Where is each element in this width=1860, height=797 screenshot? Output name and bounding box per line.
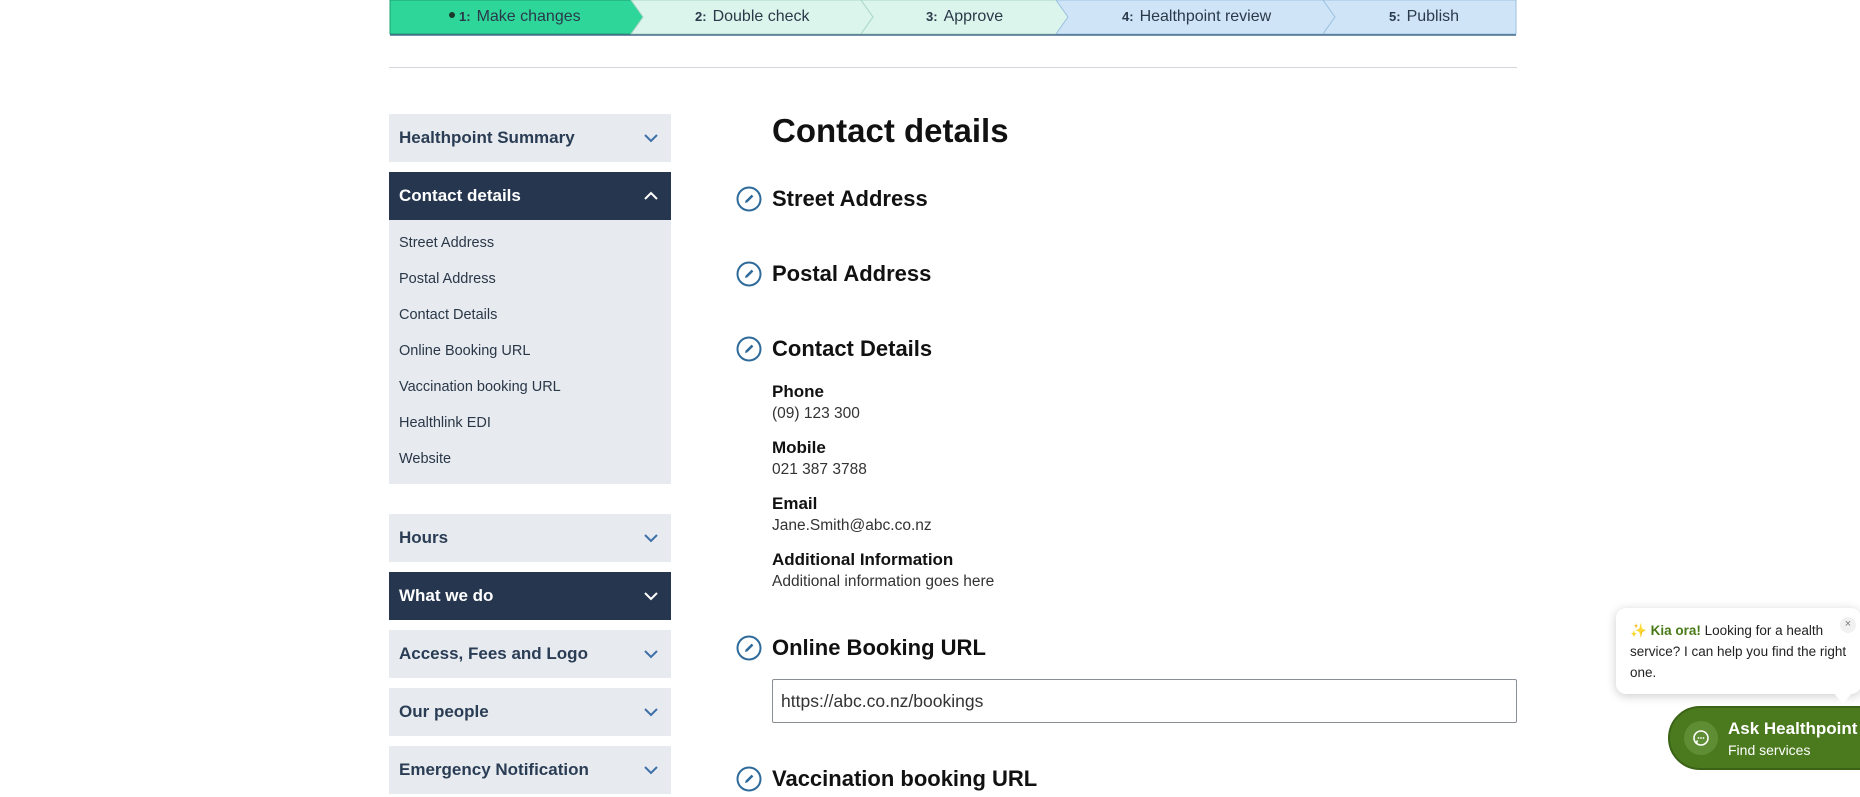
additional-info-label: Additional Information (772, 550, 954, 569)
step-2[interactable]: 2: Double check (695, 0, 810, 34)
step-1[interactable]: 1: Make changes (449, 0, 581, 34)
sidebar-section-contact-details[interactable]: Contact details (389, 172, 671, 220)
contact-details-submenu: Street Address Postal Address Contact De… (389, 220, 671, 484)
chevron-down-icon (631, 572, 671, 620)
step-5[interactable]: 5: Publish (1389, 0, 1459, 34)
header-divider (389, 67, 1517, 68)
section-postal-address: Postal Address (772, 261, 932, 286)
additional-info-value: Additional information goes here (772, 573, 995, 590)
sidebar-section-our-people[interactable]: Our people (389, 688, 671, 736)
sidebar-section-label: Hours (399, 528, 449, 547)
online-booking-url-field[interactable] (772, 679, 1517, 723)
phone-value: (09) 123 300 (772, 405, 860, 422)
sidebar-section-label: Contact details (399, 186, 521, 205)
chevron-down-icon (631, 630, 671, 678)
edit-postal-address-icon[interactable] (736, 261, 762, 287)
sidebar-section-label: Healthpoint Summary (399, 128, 575, 147)
chevron-down-icon (631, 114, 671, 162)
edit-vaccination-booking-url-icon[interactable] (736, 766, 762, 792)
email-value: Jane.Smith@abc.co.nz (772, 517, 932, 534)
chat-icon (1684, 721, 1718, 755)
sidebar-section-emergency-notification[interactable]: Emergency Notification (389, 746, 671, 794)
sidebar-section-label: What we do (399, 586, 494, 605)
mobile-label: Mobile (772, 438, 826, 457)
greeting-bold: Kia ora! (1650, 623, 1701, 638)
section-online-booking-url: Online Booking URL (772, 635, 986, 660)
chat-button-title: Ask Healthpoint (1728, 719, 1858, 738)
page-title: Contact details (772, 112, 1009, 149)
phone-label: Phone (772, 382, 824, 401)
email-label: Email (772, 494, 818, 513)
section-contact-details: Contact Details (772, 336, 933, 361)
step-4[interactable]: 4: Healthpoint review (1122, 0, 1271, 34)
sidebar-section-label: Emergency Notification (399, 760, 589, 779)
sidebar-section-hours[interactable]: Hours (389, 514, 671, 562)
section-vaccination-booking-url: Vaccination booking URL (772, 766, 1038, 791)
chevron-down-icon (631, 746, 671, 794)
chevron-up-icon (631, 172, 671, 220)
mobile-value: 021 387 3788 (772, 461, 867, 478)
chat-bubble-tail (1833, 692, 1853, 704)
submenu-postal-address[interactable]: Postal Address (399, 271, 496, 287)
submenu-healthlink-edi[interactable]: Healthlink EDI (399, 415, 491, 431)
chat-greeting-bubble[interactable]: ✨ Kia ora! Looking for a health service?… (1616, 608, 1860, 694)
section-street-address: Street Address (772, 186, 928, 211)
chat-button-subtitle: Find services (1728, 742, 1811, 758)
sparkle-icon: ✨ (1630, 623, 1647, 638)
step-3[interactable]: 3: Approve (926, 0, 1003, 34)
sidebar-section-what-we-do[interactable]: What we do (389, 572, 671, 620)
submenu-street-address[interactable]: Street Address (399, 235, 494, 251)
sidebar-section-healthpoint-summary[interactable]: Healthpoint Summary (389, 114, 671, 162)
submenu-contact-details[interactable]: Contact Details (399, 307, 497, 323)
chevron-down-icon (631, 514, 671, 562)
submenu-vaccination-booking-url[interactable]: Vaccination booking URL (399, 379, 561, 395)
edit-contact-details-icon[interactable] (736, 336, 762, 362)
close-icon[interactable]: × (1840, 617, 1856, 633)
ask-healthpoint-button[interactable]: Ask Healthpoint Find services (1668, 706, 1860, 770)
sidebar-section-access-fees-logo[interactable]: Access, Fees and Logo (389, 630, 671, 678)
chevron-down-icon (631, 688, 671, 736)
submenu-online-booking-url[interactable]: Online Booking URL (399, 343, 530, 359)
submenu-website[interactable]: Website (399, 451, 451, 467)
edit-online-booking-url-icon[interactable] (736, 635, 762, 661)
edit-street-address-icon[interactable] (736, 186, 762, 212)
sidebar-section-label: Access, Fees and Logo (399, 644, 588, 663)
progress-steps: 1: Make changes 2: Double check 3: Approve … (389, 0, 1517, 36)
sidebar-section-label: Our people (399, 702, 489, 721)
current-step-dot (449, 11, 455, 18)
